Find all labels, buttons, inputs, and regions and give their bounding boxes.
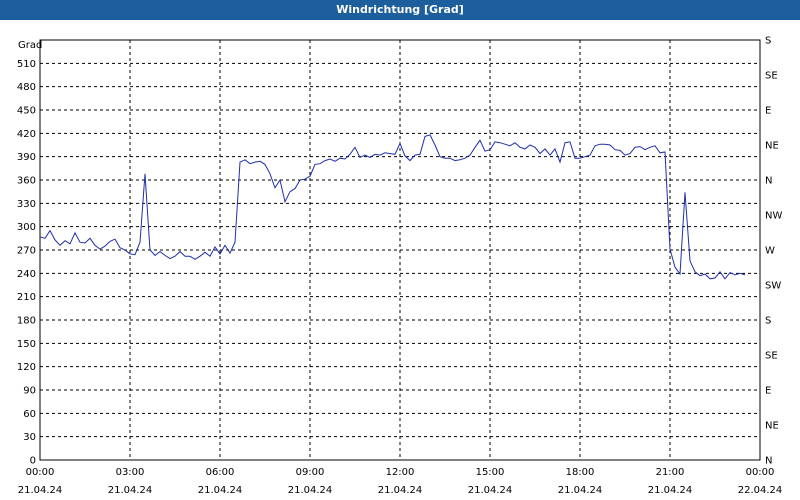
x-tick-time: 15:00	[476, 467, 505, 478]
x-tick-date: 21.04.24	[468, 485, 513, 496]
x-tick-date: 21.04.24	[558, 485, 603, 496]
x-tick-time: 21:00	[656, 467, 685, 478]
x-tick-date: 21.04.24	[378, 485, 423, 496]
y-tick-label: 300	[17, 222, 36, 233]
y-tick-label: 0	[30, 456, 36, 467]
right-tick-label: SE	[765, 351, 778, 362]
y-tick-label: 390	[17, 152, 36, 163]
right-tick-label: S	[765, 316, 771, 327]
x-tick-date: 22.04.24	[738, 485, 783, 496]
right-tick-label: W	[765, 246, 775, 257]
y-tick-label: 480	[17, 82, 36, 93]
y-tick-label: 150	[17, 339, 36, 350]
right-tick-label: E	[765, 106, 771, 117]
x-tick-time: 06:00	[206, 467, 235, 478]
y-tick-label: 330	[17, 199, 36, 210]
right-tick-label: NE	[765, 141, 779, 152]
y-tick-label: 90	[23, 386, 36, 397]
chart-title: Windrichtung [Grad]	[0, 0, 800, 20]
y-tick-label: 510	[17, 59, 36, 70]
x-tick-date: 21.04.24	[108, 485, 153, 496]
right-tick-label: E	[765, 386, 771, 397]
y-tick-label: 180	[17, 316, 36, 327]
wind-direction-chart: 0 30 60 90 120 150 180 210 240 270 300 330 360 390 420…	[17, 36, 783, 497]
wind-direction-series	[39, 134, 746, 280]
y-tick-label: 60	[23, 409, 36, 420]
x-tick-time: 09:00	[296, 467, 325, 478]
y-tick-label: 30	[23, 432, 36, 443]
x-tick-date: 21.04.24	[648, 485, 693, 496]
x-tick-date: 21.04.24	[288, 485, 333, 496]
x-tick-time: 18:00	[566, 467, 595, 478]
x-tick-date: 21.04.24	[198, 485, 243, 496]
y-tick-label: 360	[17, 176, 36, 187]
y-tick-label: 420	[17, 129, 36, 140]
x-tick-time: 12:00	[386, 467, 415, 478]
y-tick-label: 120	[17, 362, 36, 373]
right-tick-label: N	[765, 456, 772, 467]
y-tick-label: 210	[17, 292, 36, 303]
right-tick-label: SW	[765, 281, 781, 292]
y-axis-title: Grad	[18, 40, 42, 51]
y-tick-label: 270	[17, 246, 36, 257]
y-tick-label: 240	[17, 269, 36, 280]
x-tick-time: 00:00	[746, 467, 775, 478]
y-tick-label: 450	[17, 106, 36, 117]
x-tick-date: 21.04.24	[18, 485, 63, 496]
x-tick-time: 03:00	[116, 467, 145, 478]
right-tick-label: SE	[765, 71, 778, 82]
right-tick-label: NW	[765, 211, 782, 222]
right-tick-label: S	[765, 36, 771, 47]
x-tick-time: 00:00	[26, 467, 55, 478]
right-tick-label: NE	[765, 421, 779, 432]
right-tick-label: N	[765, 176, 772, 187]
